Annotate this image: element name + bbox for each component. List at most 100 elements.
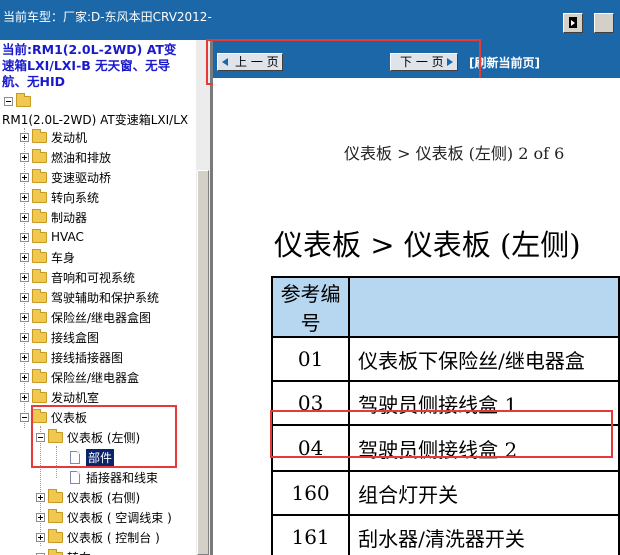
tree-item-label: 保险丝/继电器盒: [51, 370, 140, 385]
model-value: 厂家:D-东风本田CRV2012-: [63, 10, 212, 24]
tree-item-label: 保险丝/继电器盒图: [51, 310, 152, 325]
expand-icon[interactable]: [20, 392, 29, 402]
folder-icon: [48, 548, 63, 555]
window-button[interactable]: [594, 13, 614, 33]
table-row[interactable]: 01 仪表板下保险丝/继电器盒: [270, 336, 620, 382]
name-cell: 仪表板下保险丝/继电器盒: [348, 336, 620, 382]
page-title: 仪表板 > 仪表板 (左侧): [274, 228, 581, 262]
ref-cell: 161: [270, 514, 351, 555]
folder-icon: [48, 488, 63, 503]
tree-item-label: 制动器: [51, 210, 88, 225]
tree-item[interactable]: 转向系统: [20, 187, 99, 207]
tree-root-text: RM1(2.0L-2WD) AT变速箱LXI/LX: [2, 112, 189, 127]
tree-item-label: 仪表板 ( 空调线束 ): [67, 510, 172, 525]
folder-icon: [48, 508, 63, 523]
tree-item[interactable]: 燃油和排放: [20, 147, 111, 167]
folder-icon: [32, 248, 47, 263]
expand-icon[interactable]: [20, 192, 29, 202]
folder-icon: [32, 128, 47, 143]
tree-leaf-label: 插接器和线束: [86, 470, 159, 485]
collapse-icon[interactable]: [20, 412, 29, 422]
collapse-icon[interactable]: [4, 96, 13, 106]
tree-item[interactable]: 接线盒图: [20, 327, 99, 347]
vehicle-line: 速箱LXI/LXI-B 无天窗、无导: [2, 58, 171, 73]
expand-icon[interactable]: [20, 352, 29, 362]
vehicle-line: 航、无HID: [2, 74, 65, 89]
tree-item-label: 转向系统: [51, 190, 100, 205]
highlight-box-tree: [31, 405, 177, 468]
highlight-box-row: [270, 410, 613, 458]
tree-item-dashboard-console[interactable]: 仪表板 ( 控制台 ): [36, 527, 160, 547]
tree-item-label: 驾驶辅助和保护系统: [51, 290, 160, 305]
expand-icon[interactable]: [20, 272, 29, 282]
tree-item[interactable]: 发动机: [20, 127, 87, 147]
scrollbar-thumb[interactable]: [197, 170, 209, 555]
expand-icon[interactable]: [36, 492, 45, 502]
expand-icon[interactable]: [20, 212, 29, 222]
table-header-row: 参考编号: [270, 276, 620, 338]
tree-item-steering[interactable]: 转向: [36, 547, 91, 555]
expand-icon[interactable]: [20, 172, 29, 182]
tree-item[interactable]: HVAC: [20, 227, 84, 247]
folder-icon: [32, 168, 47, 183]
expand-icon[interactable]: [20, 252, 29, 262]
vehicle-line: 当前:RM1(2.0L-2WD) AT变: [2, 42, 177, 57]
breadcrumb: 仪表板 > 仪表板 (左侧) 2 of 6: [344, 144, 565, 163]
tree-item-label: 发动机室: [51, 390, 100, 405]
folder-icon: [32, 228, 47, 243]
tree-item[interactable]: 音响和可视系统: [20, 267, 135, 287]
folder-icon: [32, 388, 47, 403]
name-cell: 组合灯开关: [348, 470, 620, 516]
folder-icon: [32, 188, 47, 203]
expand-icon[interactable]: [20, 372, 29, 382]
tree-item-dashboard-ac[interactable]: 仪表板 ( 空调线束 ): [36, 507, 172, 527]
table-row[interactable]: 161 刮水器/清洗器开关: [270, 514, 620, 555]
top-header-bar: 当前车型：厂家:D-东风本田CRV2012-: [0, 0, 620, 40]
tree-item[interactable]: 发动机室: [20, 387, 99, 407]
tree-item-label: 仪表板 ( 控制台 ): [67, 530, 160, 545]
expand-icon[interactable]: [20, 132, 29, 142]
expand-icon[interactable]: [20, 292, 29, 302]
folder-icon: [48, 528, 63, 543]
panel-toggle-button[interactable]: [563, 13, 583, 33]
page-nav-bar: 上 一 页 下 一 页 [刷新当前页]: [206, 39, 620, 85]
tree-item[interactable]: 保险丝/继电器盒图: [20, 307, 151, 327]
document-icon: [70, 470, 80, 484]
tree-item-label: 接线插接器图: [51, 350, 124, 365]
expand-icon[interactable]: [20, 332, 29, 342]
expand-icon[interactable]: [36, 532, 45, 542]
folder-open-icon: [16, 92, 31, 107]
expand-icon[interactable]: [20, 312, 29, 322]
tree-item-dashboard-right[interactable]: 仪表板 (右侧): [36, 487, 140, 507]
folder-icon: [32, 348, 47, 363]
column-header: [348, 276, 620, 338]
tree-item[interactable]: 车身: [20, 247, 75, 267]
tree-root[interactable]: [4, 91, 35, 111]
expand-icon[interactable]: [20, 232, 29, 242]
tree-item-label: 仪表板 (右侧): [67, 490, 141, 505]
ref-cell: 160: [270, 470, 351, 516]
table-row[interactable]: 160 组合灯开关: [270, 470, 620, 516]
folder-icon: [32, 288, 47, 303]
tree-item[interactable]: 接线插接器图: [20, 347, 123, 367]
tree-item-label: 接线盒图: [51, 330, 100, 345]
expand-icon[interactable]: [20, 152, 29, 162]
current-vehicle[interactable]: 当前:RM1(2.0L-2WD) AT变 速箱LXI/LXI-B 无天窗、无导 …: [2, 42, 194, 90]
tree-item-label: 音响和可视系统: [51, 270, 136, 285]
tree-item[interactable]: 驾驶辅助和保护系统: [20, 287, 159, 307]
navigation-tree: 当前:RM1(2.0L-2WD) AT变 速箱LXI/LXI-B 无天窗、无导 …: [0, 40, 196, 555]
content-pane: 仪表板 > 仪表板 (左侧) 2 of 6 仪表板 > 仪表板 (左侧) 参考编…: [213, 78, 620, 555]
name-cell: 刮水器/清洗器开关: [348, 514, 620, 555]
expand-icon[interactable]: [36, 512, 45, 522]
tree-root-label[interactable]: RM1(2.0L-2WD) AT变速箱LXI/LX: [2, 109, 188, 129]
tree-item-label: HVAC: [51, 230, 84, 244]
tree-item[interactable]: 变速驱动桥: [20, 167, 111, 187]
panel-toggle-icon: [569, 17, 577, 28]
tree-item[interactable]: 保险丝/继电器盒: [20, 367, 139, 387]
tree-item[interactable]: 制动器: [20, 207, 87, 227]
folder-icon: [32, 308, 47, 323]
folder-icon: [32, 328, 47, 343]
tree-leaf-connectors[interactable]: 插接器和线束: [70, 467, 158, 487]
tree-scrollbar[interactable]: [196, 40, 210, 555]
ref-cell: 01: [270, 336, 351, 382]
